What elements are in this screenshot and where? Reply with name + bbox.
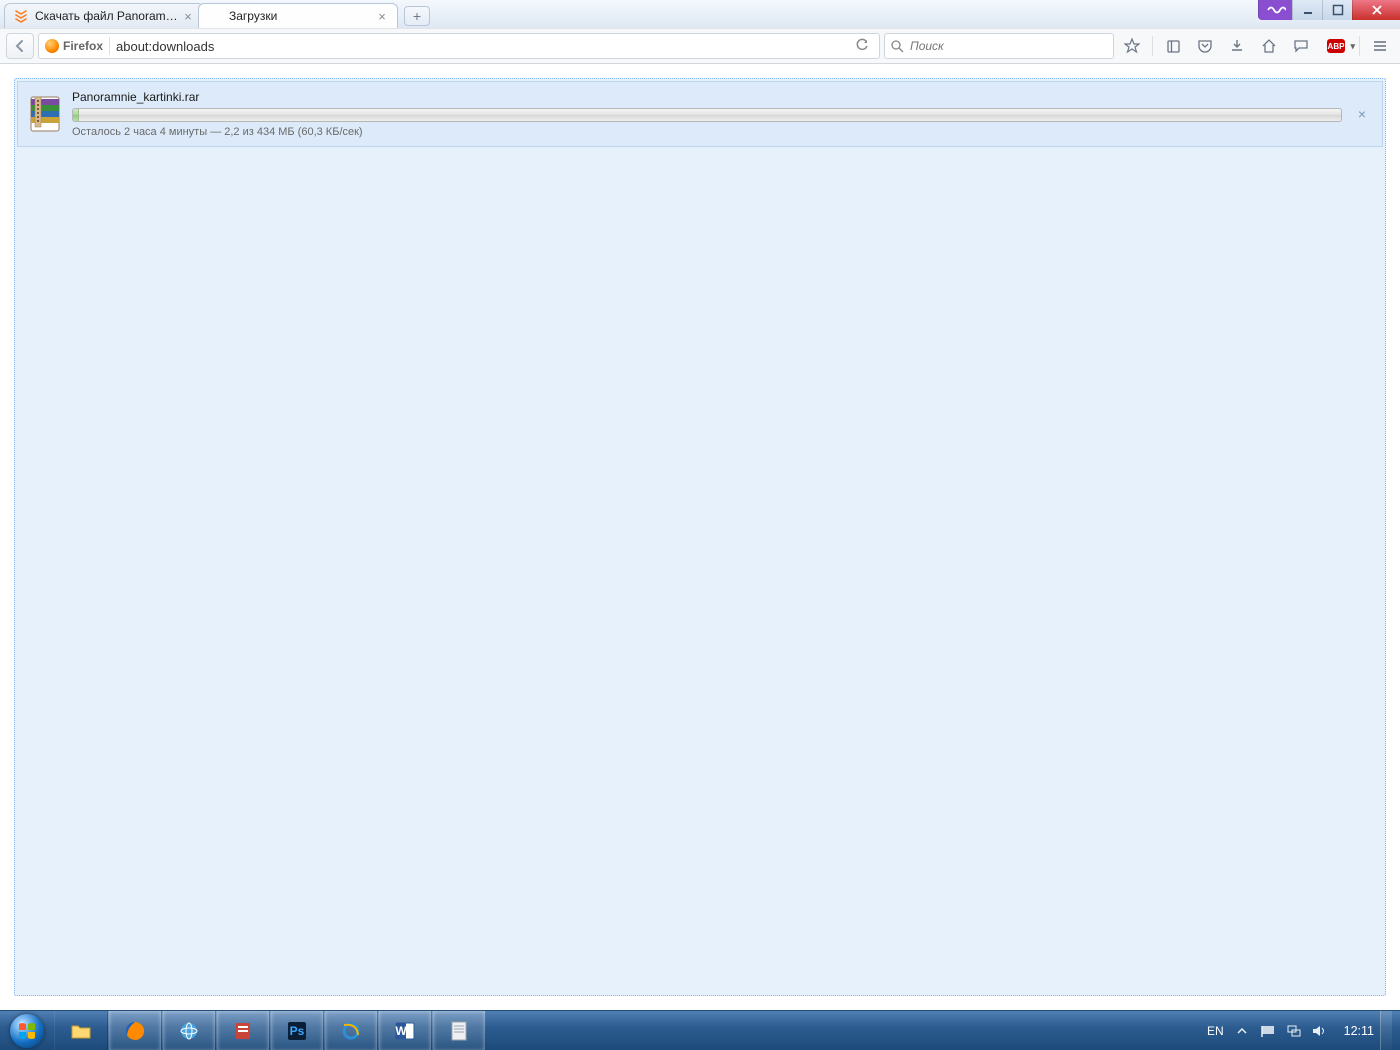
firefox-icon xyxy=(123,1019,147,1043)
system-tray: EN 12:11 xyxy=(1207,1023,1380,1039)
home-button[interactable] xyxy=(1255,33,1283,59)
flag-icon[interactable] xyxy=(1260,1023,1276,1039)
url-bar[interactable]: Firefox xyxy=(38,33,880,59)
taskbar-explorer[interactable] xyxy=(54,1011,108,1050)
downloads-page: Panoramnie_kartinki.rar Осталось 2 часа … xyxy=(0,64,1400,1010)
globe-icon xyxy=(177,1019,201,1043)
identity-box[interactable]: Firefox xyxy=(45,39,103,53)
separator xyxy=(1152,36,1153,56)
sidebar-button[interactable] xyxy=(1159,33,1187,59)
chat-button[interactable] xyxy=(1287,33,1315,59)
taskbar-app-3[interactable] xyxy=(432,1011,486,1050)
ie-icon xyxy=(339,1019,363,1043)
pocket-button[interactable] xyxy=(1191,33,1219,59)
download-status: Осталось 2 часа 4 минуты — 2,2 из 434 МБ… xyxy=(72,126,1342,138)
search-input[interactable] xyxy=(910,39,1107,53)
separator xyxy=(1359,36,1360,56)
downloads-button[interactable] xyxy=(1223,33,1251,59)
abp-button[interactable]: ABP xyxy=(1319,33,1353,59)
volume-icon[interactable] xyxy=(1312,1023,1328,1039)
separator xyxy=(109,37,110,55)
bookmark-star-button[interactable] xyxy=(1118,33,1146,59)
search-icon xyxy=(891,40,904,53)
taskbar-clock[interactable]: 12:11 xyxy=(1338,1024,1380,1038)
notes-icon xyxy=(231,1019,255,1043)
photoshop-icon: Ps xyxy=(285,1019,309,1043)
tab-close-button[interactable]: × xyxy=(181,9,195,23)
url-input[interactable] xyxy=(116,39,845,54)
back-button[interactable] xyxy=(6,33,34,59)
window-controls xyxy=(1258,0,1400,20)
taskbar-word[interactable]: W xyxy=(378,1011,432,1050)
taskbar-apps: Ps W xyxy=(54,1011,486,1050)
new-tab-button[interactable]: + xyxy=(404,6,430,26)
windows-orb-icon xyxy=(10,1014,44,1048)
taskbar-app-2[interactable] xyxy=(216,1011,270,1050)
svg-text:Ps: Ps xyxy=(290,1024,305,1038)
taskbar-ie[interactable] xyxy=(324,1011,378,1050)
tab-title: Загрузки xyxy=(229,9,375,23)
tab-dfiles[interactable]: Скачать файл Panoramnie... × xyxy=(4,3,204,28)
dfiles-icon xyxy=(13,8,29,24)
reload-button[interactable] xyxy=(851,38,873,55)
rar-archive-icon xyxy=(28,95,62,133)
tab-strip: Скачать файл Panoramnie... × Загрузки × … xyxy=(0,0,1400,28)
downloads-list: Panoramnie_kartinki.rar Осталось 2 часа … xyxy=(14,78,1386,996)
window-close-button[interactable] xyxy=(1352,0,1400,20)
show-desktop-button[interactable] xyxy=(1380,1011,1392,1050)
taskbar-app-1[interactable] xyxy=(162,1011,216,1050)
start-button[interactable] xyxy=(0,1011,54,1050)
tab-downloads[interactable]: Загрузки × xyxy=(198,3,398,28)
download-item[interactable]: Panoramnie_kartinki.rar Осталось 2 часа … xyxy=(17,81,1383,147)
tray-chevron-icon[interactable] xyxy=(1234,1023,1250,1039)
taskbar-photoshop[interactable]: Ps xyxy=(270,1011,324,1050)
identity-label: Firefox xyxy=(63,39,103,53)
firefox-icon xyxy=(45,39,59,53)
abp-icon: ABP xyxy=(1327,39,1345,53)
doc-icon xyxy=(447,1019,471,1043)
window-maximize-button[interactable] xyxy=(1322,0,1352,20)
cancel-download-button[interactable]: × xyxy=(1352,104,1372,124)
download-progress-fill xyxy=(73,109,79,121)
svg-text:W: W xyxy=(395,1024,407,1038)
mask-extension-button[interactable] xyxy=(1258,0,1292,20)
tab-title: Скачать файл Panoramnie... xyxy=(35,9,181,23)
folder-icon xyxy=(69,1019,93,1043)
windows-taskbar: Ps W EN 12:11 xyxy=(0,1010,1400,1050)
download-progress-bar xyxy=(72,108,1342,122)
navigation-toolbar: Firefox ABP xyxy=(0,28,1400,64)
blank-tab-icon xyxy=(207,8,223,24)
tab-close-button[interactable]: × xyxy=(375,9,389,23)
download-filename: Panoramnie_kartinki.rar xyxy=(72,90,1342,104)
network-icon[interactable] xyxy=(1286,1023,1302,1039)
menu-button[interactable] xyxy=(1366,33,1394,59)
window-minimize-button[interactable] xyxy=(1292,0,1322,20)
download-info: Panoramnie_kartinki.rar Осталось 2 часа … xyxy=(72,90,1342,138)
search-bar[interactable] xyxy=(884,33,1114,59)
taskbar-firefox[interactable] xyxy=(108,1011,162,1050)
word-icon: W xyxy=(393,1019,417,1043)
language-indicator[interactable]: EN xyxy=(1207,1024,1224,1038)
